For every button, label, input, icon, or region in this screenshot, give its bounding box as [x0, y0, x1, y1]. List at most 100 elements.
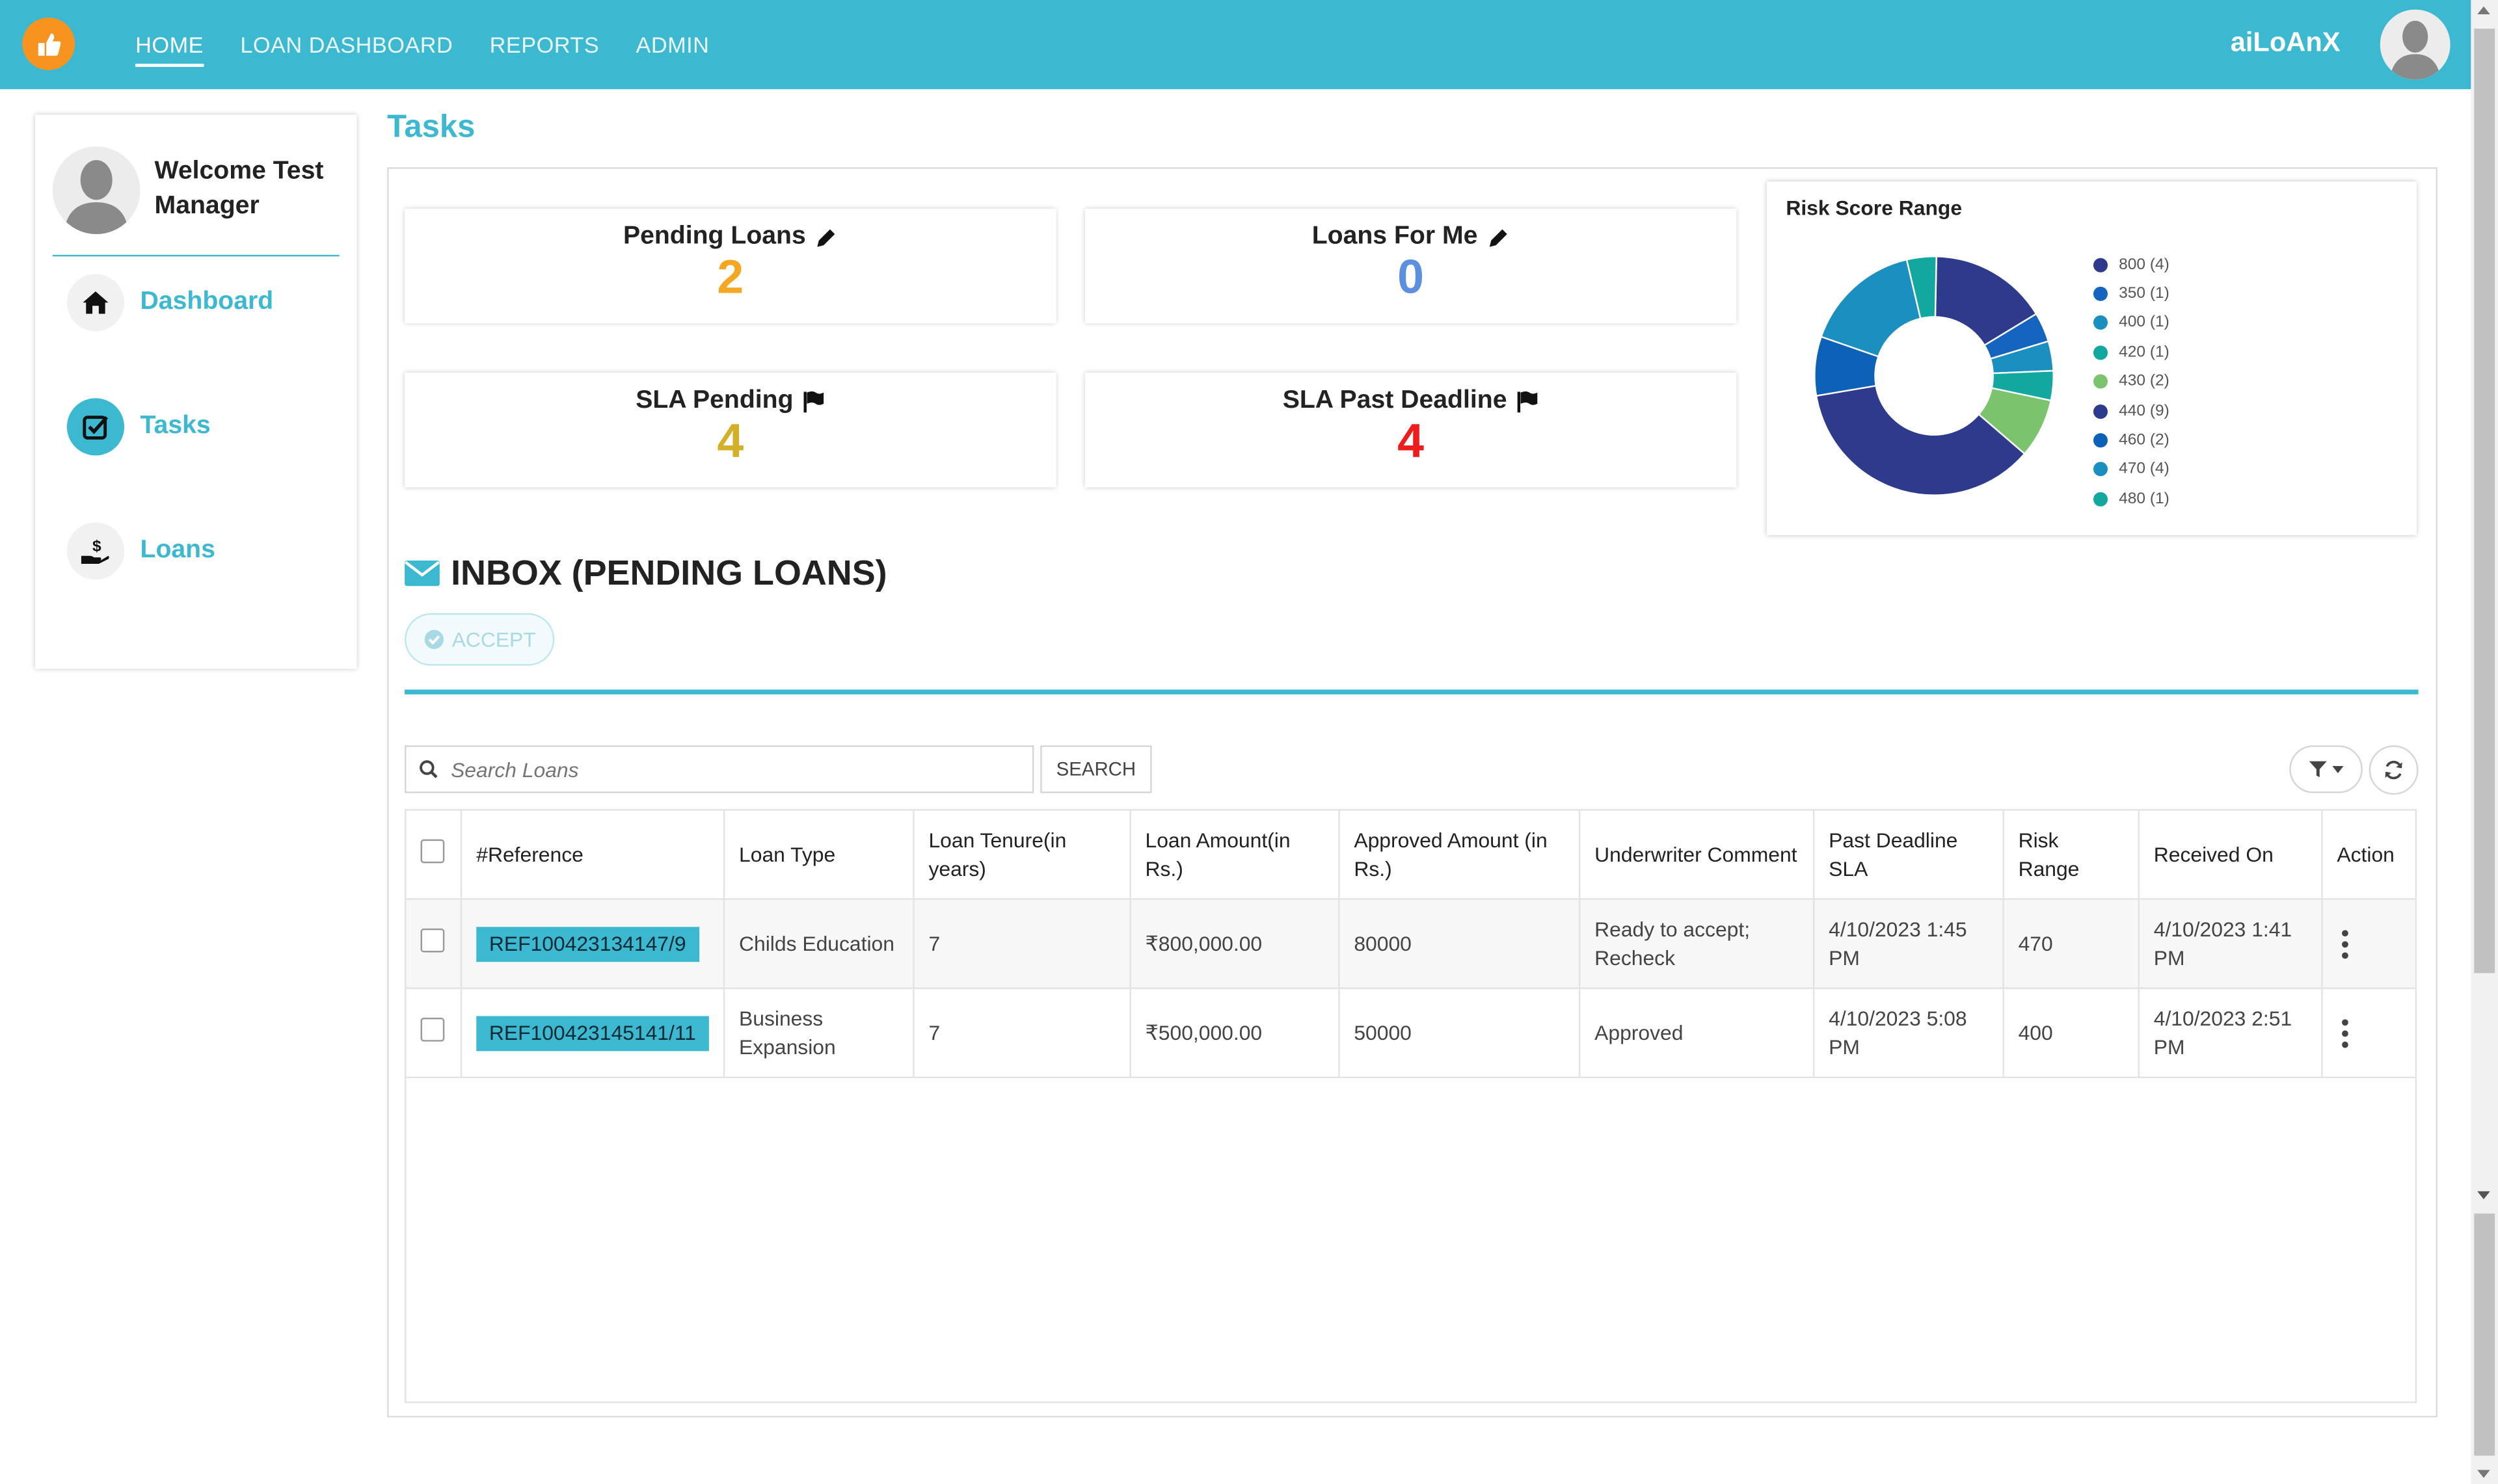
row-checkbox[interactable]	[420, 927, 445, 952]
svg-text:$: $	[92, 537, 101, 555]
nav-reports[interactable]: REPORTS	[490, 32, 600, 57]
app-name: aiLoAnX	[2230, 27, 2341, 58]
comment-cell: Approved	[1579, 988, 1815, 1078]
page-title: Tasks	[387, 109, 476, 145]
legend-dot-icon	[2093, 316, 2108, 331]
page: HOME LOAN DASHBOARD REPORTS ADMIN aiLoAn…	[0, 0, 2498, 1484]
sidebar-item-loans[interactable]: $ Loans	[66, 522, 215, 580]
user-silhouette-icon	[2380, 9, 2451, 80]
stat-value: 2	[717, 251, 744, 304]
pencil-icon	[1488, 228, 1507, 246]
sidebar-item-label: Loans	[140, 537, 215, 564]
app-logo-icon[interactable]	[22, 17, 75, 70]
legend-dot-icon	[2093, 492, 2108, 507]
header-action: Action	[2322, 810, 2415, 900]
deadline-cell: 4/10/2023 1:45 PM	[1813, 899, 2004, 989]
header-risk-range: Risk Range	[2003, 810, 2140, 900]
search-button[interactable]: SEARCH	[1040, 745, 1152, 793]
sidebar-avatar	[52, 146, 141, 235]
reference-link[interactable]: REF100423145141/11	[476, 1015, 709, 1051]
more-vertical-icon[interactable]	[2337, 929, 2352, 959]
welcome-text: Welcome Test Manager	[154, 157, 324, 220]
legend-item[interactable]: 470 (4)	[2093, 455, 2169, 484]
top-navbar: HOME LOAN DASHBOARD REPORTS ADMIN aiLoAn…	[0, 0, 2471, 90]
stat-card-sla-past-deadline[interactable]: SLA Past Deadline 4	[1084, 373, 1737, 488]
header-select-cell	[406, 810, 463, 900]
header-past-deadline-sla: Past Deadline SLA	[1813, 810, 2004, 900]
received-cell: 4/10/2023 2:51 PM	[2138, 988, 2323, 1078]
chart-legend: 800 (4) 350 (1) 400 (1) 420 (1) 430 (2) 440 (…	[2093, 250, 2169, 513]
legend-item[interactable]: 480 (1)	[2093, 484, 2169, 514]
row-checkbox[interactable]	[420, 1016, 445, 1041]
approved-cell: 80000	[1339, 899, 1581, 989]
select-all-checkbox[interactable]	[420, 838, 445, 863]
sidebar-divider	[52, 254, 340, 257]
accept-button[interactable]: ACCEPT	[405, 613, 555, 666]
scroll-up-icon[interactable]	[2477, 6, 2490, 15]
legend-item[interactable]: 430 (2)	[2093, 367, 2169, 397]
legend-label: 430 (2)	[2119, 373, 2169, 391]
legend-dot-icon	[2093, 462, 2108, 477]
nav-loan-dashboard[interactable]: LOAN DASHBOARD	[240, 32, 453, 57]
legend-item[interactable]: 440 (9)	[2093, 397, 2169, 426]
stat-title: Loans For Me	[1311, 222, 1478, 250]
scroll-bottom-icon[interactable]	[2477, 1470, 2490, 1478]
risk-cell: 400	[2003, 988, 2140, 1078]
reference-cell: REF100423134147/9	[461, 899, 725, 989]
scroll-thumb-lower[interactable]	[2474, 1213, 2495, 1456]
legend-dot-icon	[2093, 257, 2108, 272]
legend-label: 350 (1)	[2119, 285, 2169, 303]
flag-icon	[803, 390, 824, 412]
loan-type-cell: Childs Education	[723, 899, 915, 989]
more-vertical-icon[interactable]	[2337, 1018, 2352, 1048]
reference-link[interactable]: REF100423134147/9	[476, 926, 699, 961]
donut-slice[interactable]	[1820, 258, 1922, 358]
row-select-cell	[406, 899, 463, 989]
legend-label: 460 (2)	[2119, 431, 2169, 449]
envelope-icon	[405, 561, 440, 587]
checkbox-icon	[66, 398, 125, 456]
search-input[interactable]	[448, 756, 1012, 783]
search-icon	[420, 760, 438, 778]
sidebar-item-label: Tasks	[140, 412, 211, 440]
stat-card-pending-loans[interactable]: Pending Loans 2	[405, 208, 1056, 324]
stat-title: SLA Pending	[636, 387, 794, 414]
filter-button[interactable]	[2289, 745, 2363, 793]
nav-admin[interactable]: ADMIN	[636, 32, 709, 57]
amount-cell: ₹500,000.00	[1130, 988, 1340, 1078]
stat-title: SLA Past Deadline	[1282, 387, 1507, 414]
main-nav: HOME LOAN DASHBOARD REPORTS ADMIN	[135, 0, 709, 89]
nav-home[interactable]: HOME	[135, 32, 204, 67]
legend-item[interactable]: 800 (4)	[2093, 250, 2169, 279]
legend-item[interactable]: 400 (1)	[2093, 309, 2169, 338]
table-row[interactable]: REF100423134147/9 Childs Education 7 ₹80…	[406, 899, 2415, 989]
refresh-button[interactable]	[2369, 745, 2419, 795]
header-loan-amount: Loan Amount(in Rs.)	[1130, 810, 1340, 900]
refresh-icon	[2385, 760, 2402, 780]
legend-item[interactable]: 350 (1)	[2093, 280, 2169, 309]
legend-label: 400 (1)	[2119, 314, 2169, 332]
table-row[interactable]: REF100423145141/11 Business Expansion 7 …	[406, 988, 2415, 1078]
action-cell	[2322, 899, 2415, 989]
check-circle-icon	[423, 629, 444, 649]
page-scrollbar[interactable]	[2471, 0, 2498, 1484]
stat-card-loans-for-me[interactable]: Loans For Me 0	[1084, 208, 1737, 324]
sidebar-item-tasks[interactable]: Tasks	[66, 398, 211, 456]
legend-item[interactable]: 460 (2)	[2093, 426, 2169, 455]
legend-item[interactable]: 420 (1)	[2093, 338, 2169, 367]
scroll-thumb[interactable]	[2474, 29, 2495, 974]
user-silhouette-icon	[52, 146, 141, 235]
comment-cell: Ready to accept; Recheck	[1579, 899, 1815, 989]
legend-label: 470 (4)	[2119, 460, 2169, 479]
risk-donut-chart	[1814, 256, 2054, 496]
user-avatar[interactable]	[2380, 9, 2451, 80]
scroll-down-icon[interactable]	[2477, 1191, 2490, 1200]
table-header-row: #Reference Loan Type Loan Tenure(in year…	[406, 810, 2415, 900]
pencil-icon	[816, 228, 835, 246]
header-approved-amount: Approved Amount (in Rs.)	[1339, 810, 1581, 900]
legend-dot-icon	[2093, 287, 2108, 302]
section-divider	[405, 689, 2419, 695]
stat-card-sla-pending[interactable]: SLA Pending 4	[405, 373, 1056, 488]
sidebar-item-dashboard[interactable]: Dashboard	[66, 274, 273, 332]
reference-cell: REF100423145141/11	[461, 988, 725, 1078]
